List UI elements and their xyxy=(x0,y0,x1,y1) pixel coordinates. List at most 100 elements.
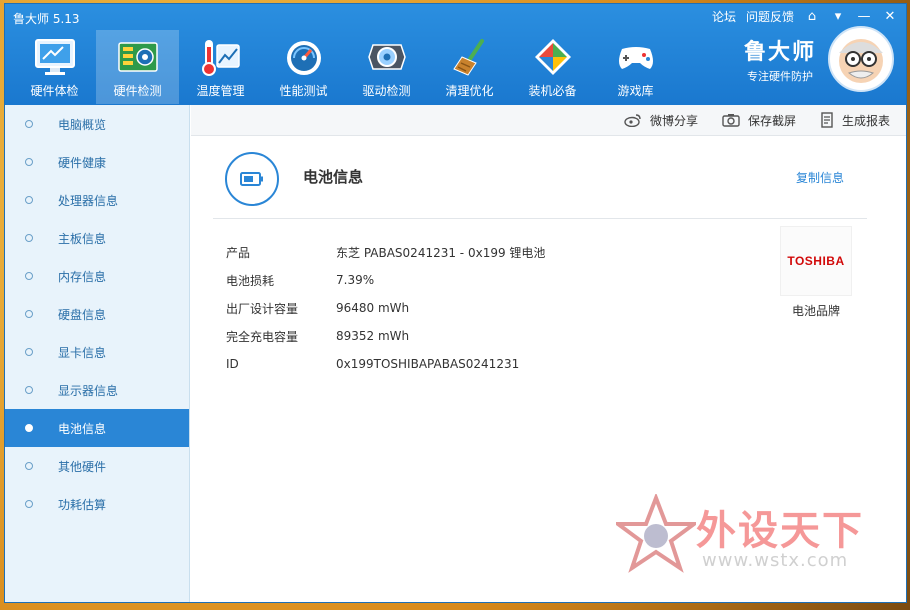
tool-label: 游戏库 xyxy=(617,84,654,98)
tool-label: 清理优化 xyxy=(445,84,494,98)
sidebar-item-battery[interactable]: 电池信息 xyxy=(5,409,189,447)
generate-report-label: 生成报表 xyxy=(841,113,890,128)
install-cube-icon xyxy=(530,36,576,78)
thermometer-icon xyxy=(198,36,244,78)
tool-cleanup[interactable]: 清理优化 xyxy=(428,30,511,104)
tool-label: 装机必备 xyxy=(528,84,577,98)
menu-icon[interactable]: ▾ xyxy=(830,9,846,25)
sidebar-item-health[interactable]: 硬件健康 xyxy=(5,143,189,181)
camera-icon xyxy=(722,114,740,127)
info-key: 电池损耗 xyxy=(226,273,275,288)
broom-icon xyxy=(447,36,493,78)
bullet-icon xyxy=(25,272,33,280)
sidebar-item-memory[interactable]: 内存信息 xyxy=(5,257,189,295)
tool-hardware-detect[interactable]: 硬件检测 xyxy=(96,30,179,104)
sidebar-item-label: 主板信息 xyxy=(58,231,107,246)
close-icon[interactable]: ✕ xyxy=(882,9,898,25)
sidebar-item-label: 显卡信息 xyxy=(58,345,107,360)
app-window: 鲁大师 5.13 论坛 问题反馈 ⌂ ▾ — ✕ 硬件体检 硬件检测 温度管理 … xyxy=(4,3,907,603)
info-value: 东芝 PABAS0241231 - 0x199 锂电池 xyxy=(336,245,546,260)
tool-games[interactable]: 游戏库 xyxy=(594,30,677,104)
sidebar-item-label: 电脑概览 xyxy=(58,117,107,132)
sidebar: 电脑概览 硬件健康 处理器信息 主板信息 内存信息 硬盘信息 显卡信息 显示器信… xyxy=(5,105,190,602)
copy-info-link[interactable]: 复制信息 xyxy=(796,169,844,186)
sidebar-item-label: 其他硬件 xyxy=(58,459,107,474)
bullet-icon xyxy=(25,348,33,356)
bullet-icon xyxy=(25,158,33,166)
bullet-icon xyxy=(25,234,33,242)
bullet-icon xyxy=(25,462,33,470)
sidebar-item-label: 处理器信息 xyxy=(58,193,119,208)
gamepad-icon xyxy=(613,36,659,78)
sidebar-item-label: 硬件健康 xyxy=(58,155,107,170)
info-row-full-capacity: 完全充电容量 89352 mWh xyxy=(226,322,545,350)
sidebar-item-label: 内存信息 xyxy=(58,269,107,284)
sidebar-item-overview[interactable]: 电脑概览 xyxy=(5,105,189,143)
circuit-board-icon xyxy=(115,36,161,78)
weibo-share-label: 微博分享 xyxy=(649,113,698,128)
sidebar-item-power[interactable]: 功耗估算 xyxy=(5,485,189,523)
tool-hardware-checkup[interactable]: 硬件体检 xyxy=(13,30,96,104)
info-value: 96480 mWh xyxy=(336,301,410,315)
bullet-icon xyxy=(25,120,33,128)
info-key: 产品 xyxy=(226,245,251,260)
sidebar-item-other[interactable]: 其他硬件 xyxy=(5,447,189,485)
generate-report-button[interactable]: 生成报表 xyxy=(820,112,890,129)
sidebar-item-label: 硬盘信息 xyxy=(58,307,107,322)
watermark-url: www.wstx.com xyxy=(702,550,849,571)
monitor-icon xyxy=(32,36,78,78)
brand-slogan: 专注硬件防护 xyxy=(746,70,813,83)
sidebar-item-motherboard[interactable]: 主板信息 xyxy=(5,219,189,257)
info-key: 完全充电容量 xyxy=(226,329,299,344)
sidebar-item-label: 电池信息 xyxy=(58,421,107,436)
info-value: 89352 mWh xyxy=(336,329,410,343)
main-toolbar: 硬件体检 硬件检测 温度管理 性能测试 驱动检测 清理优化 装机必备 游戏库 xyxy=(13,30,677,104)
tool-label: 性能测试 xyxy=(279,84,328,98)
sidebar-item-display[interactable]: 显示器信息 xyxy=(5,371,189,409)
tool-label: 温度管理 xyxy=(196,84,245,98)
sidebar-item-label: 显示器信息 xyxy=(58,383,119,398)
divider xyxy=(213,218,867,219)
tool-temperature[interactable]: 温度管理 xyxy=(179,30,262,104)
bullet-icon xyxy=(25,196,33,204)
sidebar-item-gpu[interactable]: 显卡信息 xyxy=(5,333,189,371)
info-row-design-capacity: 出厂设计容量 96480 mWh xyxy=(226,294,545,322)
info-row-id: ID 0x199TOSHIBAPABAS0241231 xyxy=(226,350,545,378)
bullet-icon xyxy=(25,386,33,394)
minimize-icon[interactable]: — xyxy=(856,9,872,25)
weibo-share-button[interactable]: 微博分享 xyxy=(624,112,698,129)
report-icon xyxy=(821,112,833,128)
action-bar: 微博分享 保存截屏 生成报表 xyxy=(191,105,906,136)
tool-install[interactable]: 装机必备 xyxy=(511,30,594,104)
tool-label: 硬件检测 xyxy=(113,84,162,98)
info-value: 7.39% xyxy=(336,273,375,287)
bullet-icon xyxy=(25,310,33,318)
skin-icon[interactable]: ⌂ xyxy=(804,9,820,25)
sidebar-item-cpu[interactable]: 处理器信息 xyxy=(5,181,189,219)
info-row-product: 产品 东芝 PABAS0241231 - 0x199 锂电池 xyxy=(226,238,545,266)
forum-link[interactable]: 论坛 xyxy=(712,8,736,25)
gear-box-icon xyxy=(364,36,410,78)
section-title: 电池信息 xyxy=(303,168,364,186)
sidebar-item-disk[interactable]: 硬盘信息 xyxy=(5,295,189,333)
brand-name: 鲁大师 xyxy=(743,40,816,65)
brand-caption: 电池品牌 xyxy=(791,304,840,318)
watermark: 外设天下 www.wstx.com xyxy=(616,494,886,584)
watermark-text: 外设天下 xyxy=(696,508,864,554)
mascot-avatar[interactable] xyxy=(828,26,894,92)
brand-area: 鲁大师 专注硬件防护 xyxy=(744,26,894,92)
weibo-icon xyxy=(624,114,641,127)
feedback-link[interactable]: 问题反馈 xyxy=(746,8,794,25)
tool-performance[interactable]: 性能测试 xyxy=(262,30,345,104)
bullet-icon xyxy=(25,500,33,508)
save-screenshot-button[interactable]: 保存截屏 xyxy=(722,112,796,129)
brand-logo: TOSHIBA xyxy=(780,226,852,296)
info-key: 出厂设计容量 xyxy=(226,301,299,316)
info-key: ID xyxy=(226,357,239,371)
battery-icon xyxy=(225,152,279,206)
tool-driver[interactable]: 驱动检测 xyxy=(345,30,428,104)
info-row-wear: 电池损耗 7.39% xyxy=(226,266,545,294)
window-controls: 论坛 问题反馈 ⌂ ▾ — ✕ xyxy=(712,8,898,25)
main-panel: 微博分享 保存截屏 生成报表 电池信息 复制信息 产品 东芝 PABAS02412… xyxy=(191,105,906,602)
section-header: 电池信息 复制信息 xyxy=(191,136,906,216)
